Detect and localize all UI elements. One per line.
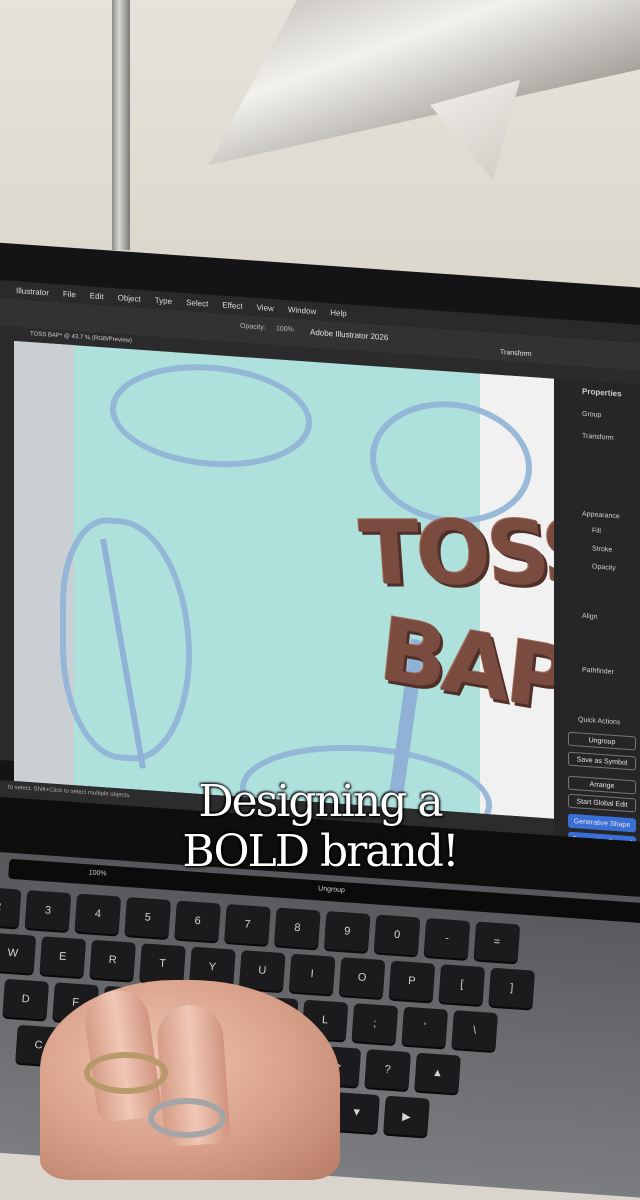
menu-app[interactable]: Illustrator	[16, 286, 49, 297]
key[interactable]: \	[451, 1010, 498, 1052]
key[interactable]: 4	[74, 893, 122, 935]
key[interactable]: 9	[323, 911, 371, 953]
key[interactable]: W	[0, 932, 37, 974]
key[interactable]: ?	[364, 1049, 411, 1091]
key[interactable]: P	[388, 960, 436, 1002]
properties-title: Properties	[582, 386, 622, 399]
properties-pathfinder: Pathfinder	[582, 666, 614, 676]
key[interactable]: ;	[351, 1003, 399, 1045]
key[interactable]: 6	[174, 900, 221, 942]
touchbar-ungroup[interactable]: Ungroup	[318, 885, 345, 894]
key[interactable]: D	[2, 978, 49, 1020]
arrow-up-key[interactable]: ▲	[414, 1052, 461, 1094]
key[interactable]: ]	[488, 967, 535, 1009]
tools-panel[interactable]	[0, 340, 14, 761]
key[interactable]: 3	[24, 890, 72, 932]
menu-type[interactable]: Type	[155, 295, 172, 305]
lamp-pole	[112, 0, 130, 250]
key[interactable]: I	[288, 953, 336, 995]
arrow-right-key[interactable]: ▶	[383, 1095, 430, 1137]
properties-stroke[interactable]: Stroke	[592, 545, 612, 553]
menu-file[interactable]: File	[63, 289, 76, 299]
key[interactable]: [	[438, 964, 486, 1006]
properties-group: Group	[582, 410, 602, 420]
key[interactable]: U	[239, 950, 286, 992]
key[interactable]: O	[338, 957, 386, 999]
menu-edit[interactable]: Edit	[90, 291, 104, 301]
menu-help[interactable]: Help	[330, 308, 346, 318]
properties-transform: Transform	[582, 432, 614, 442]
properties-opacity[interactable]: Opacity	[592, 563, 616, 572]
key[interactable]: E	[39, 936, 87, 978]
key[interactable]: '	[401, 1006, 449, 1048]
key[interactable]: 7	[224, 904, 271, 946]
menu-effect[interactable]: Effect	[222, 300, 242, 310]
properties-appearance: Appearance	[582, 510, 620, 521]
key[interactable]: -	[423, 918, 471, 959]
key[interactable]: =	[473, 921, 521, 963]
properties-align: Align	[582, 612, 598, 621]
properties-quick-actions: Quick Actions	[578, 716, 621, 727]
ring-gold	[84, 1052, 168, 1094]
opacity-value[interactable]: 100%	[276, 325, 294, 333]
key[interactable]: 2	[0, 886, 22, 928]
key[interactable]: R	[89, 939, 136, 981]
ungroup-button[interactable]: Ungroup	[568, 731, 636, 751]
key[interactable]: 5	[124, 897, 171, 939]
menu-object[interactable]: Object	[118, 293, 141, 304]
key[interactable]: T	[139, 943, 186, 985]
arrow-down-key[interactable]: ▼	[333, 1092, 380, 1134]
save-as-symbol-button[interactable]: Save as Symbol	[568, 751, 636, 771]
menu-select[interactable]: Select	[186, 298, 208, 309]
menu-window[interactable]: Window	[288, 305, 316, 316]
caption-line-1: Designing a	[198, 776, 443, 827]
menu-view[interactable]: View	[257, 302, 274, 312]
caption-line-2: BOLD brand!	[182, 826, 459, 877]
key[interactable]: 0	[373, 914, 421, 956]
key[interactable]: 8	[274, 907, 321, 949]
properties-fill[interactable]: Fill	[592, 527, 601, 535]
transform-button[interactable]: Transform	[500, 349, 532, 358]
opacity-label: Opacity:	[240, 322, 266, 332]
window-title: Adobe Illustrator 2026	[310, 327, 389, 343]
ring-silver	[148, 1098, 226, 1138]
